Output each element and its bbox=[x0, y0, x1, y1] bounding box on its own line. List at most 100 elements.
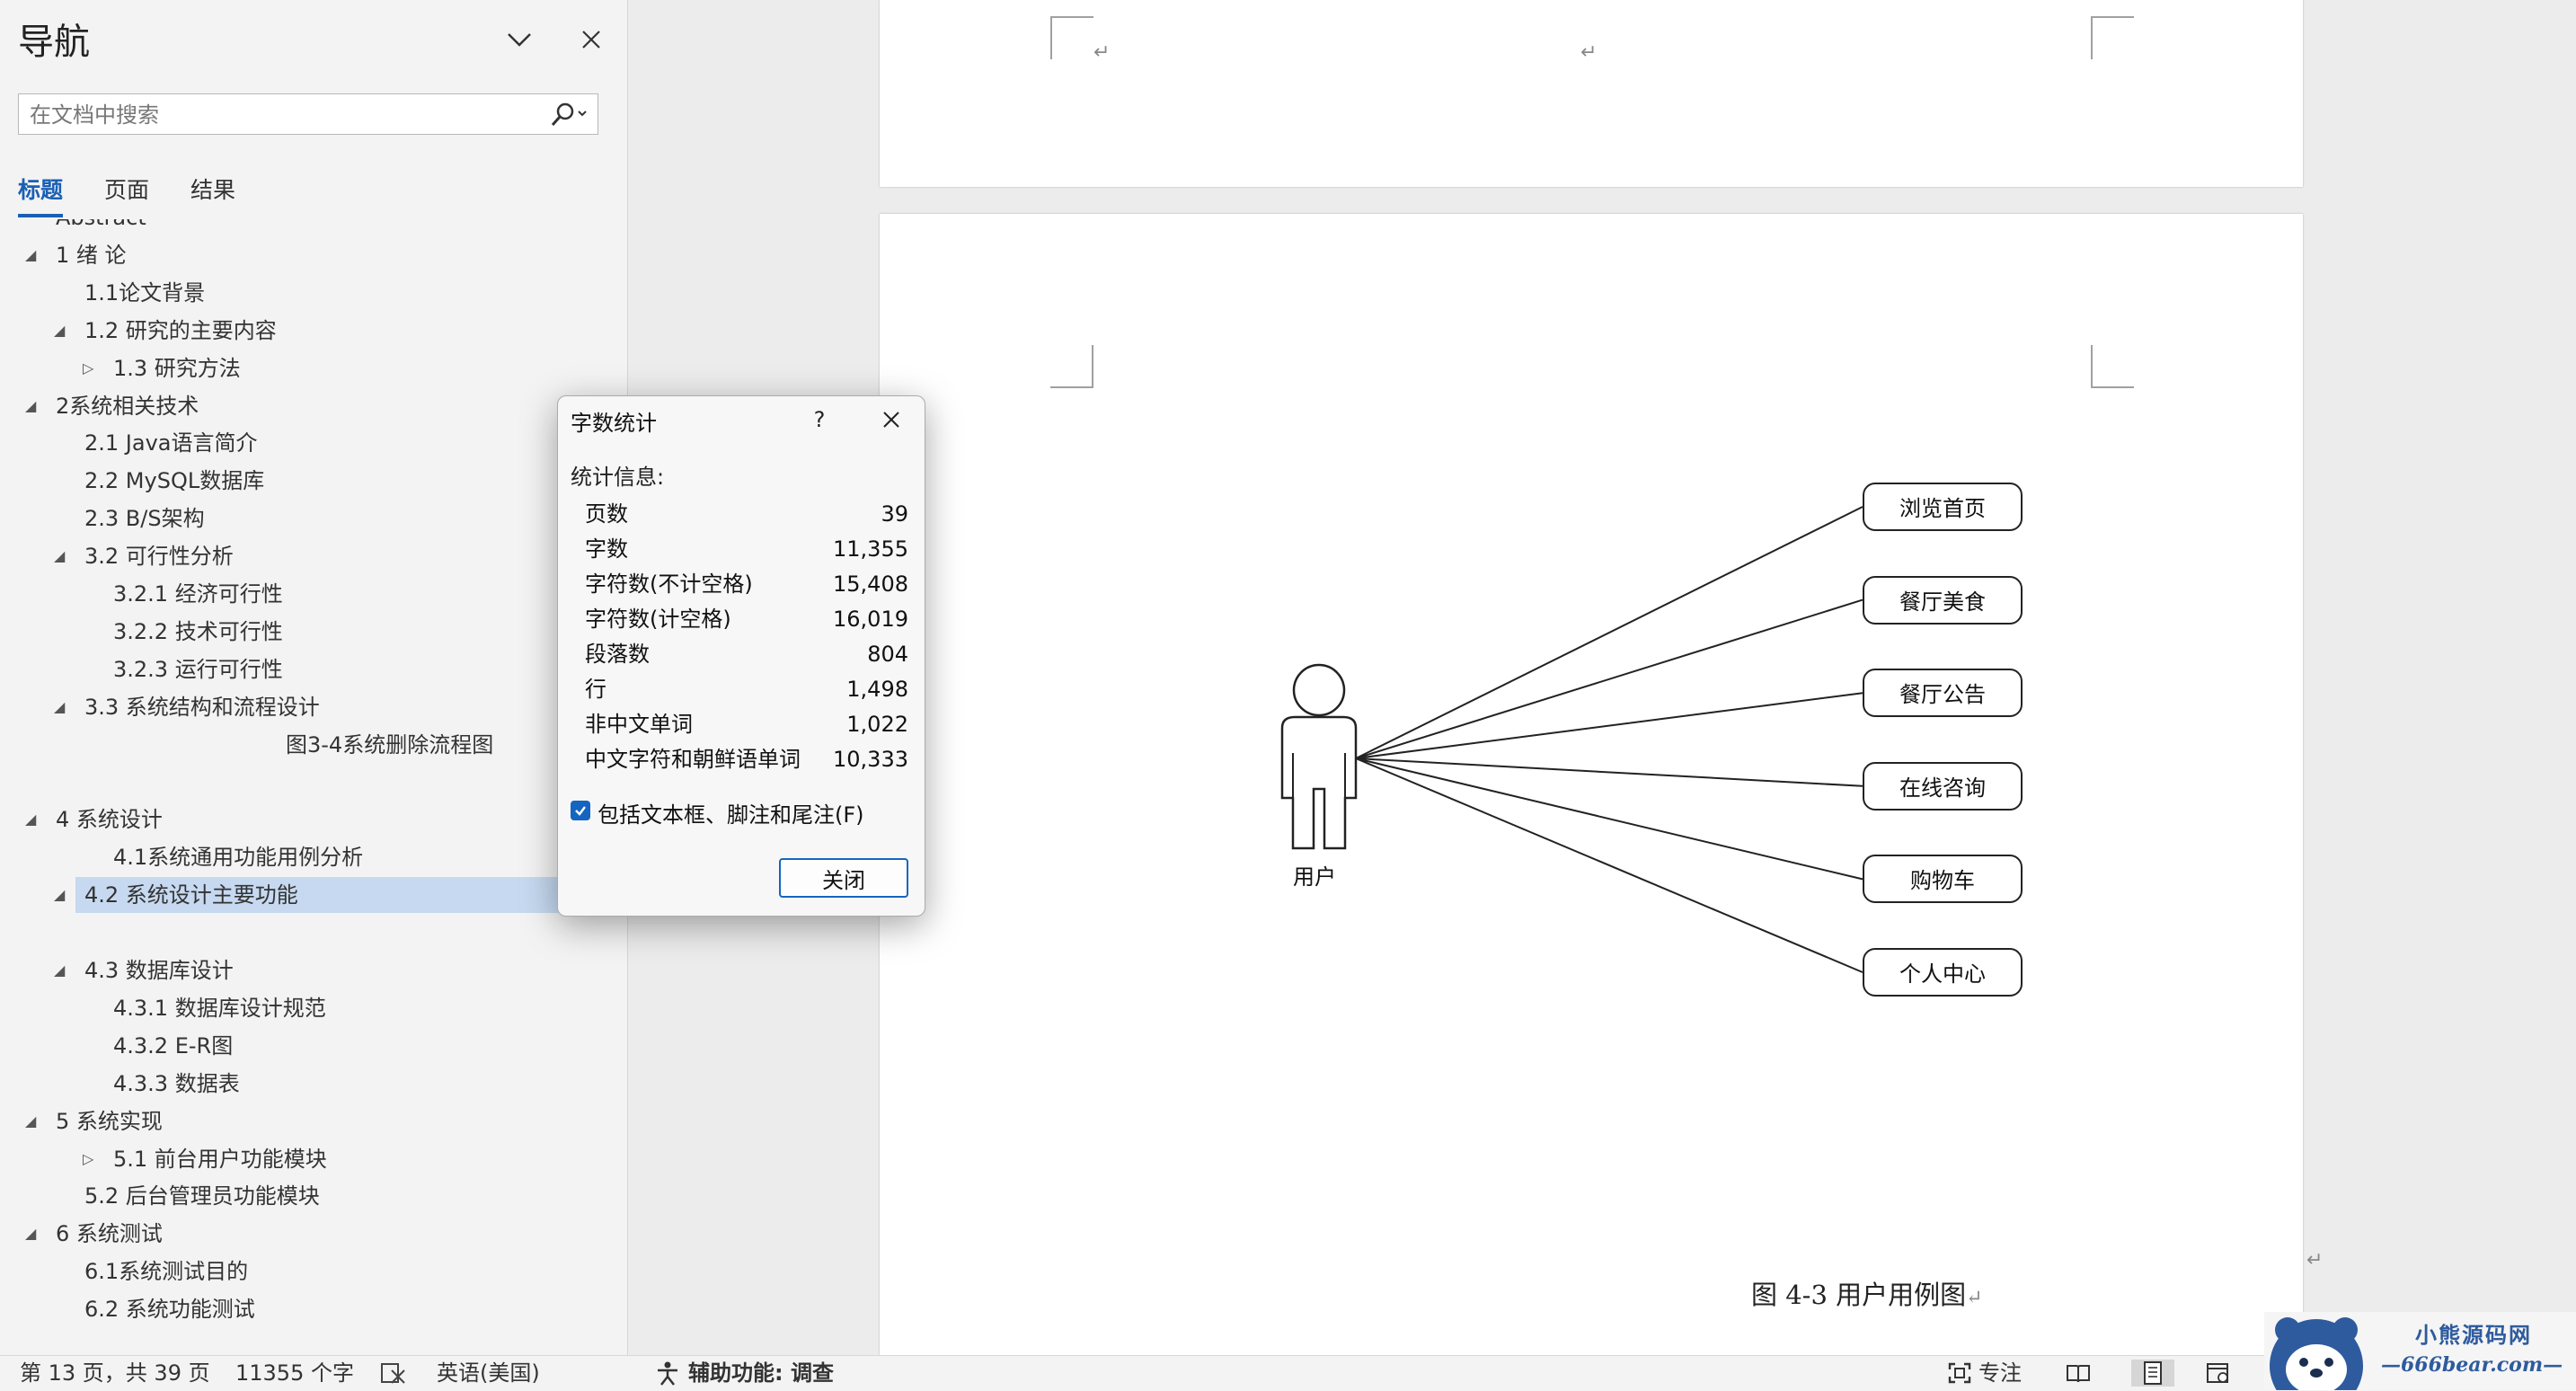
stat-row: 字符数(计空格) 16,019 bbox=[585, 602, 908, 636]
use-case-diagram bbox=[1280, 506, 1863, 973]
expanded-triangle-icon[interactable]: ◢ bbox=[54, 952, 65, 988]
page-indicator[interactable]: 第 13 页，共 39 页 bbox=[20, 1360, 210, 1387]
heading-label: 6 系统测试 bbox=[56, 1221, 163, 1247]
paragraph-mark-icon: ↵ bbox=[2306, 1249, 2324, 1271]
heading-item[interactable]: 2.2 MySQL数据库 bbox=[0, 463, 593, 499]
help-icon[interactable]: ? bbox=[797, 402, 842, 438]
language-indicator[interactable]: 英语(美国) bbox=[437, 1360, 540, 1387]
heading-item[interactable]: 6.1系统测试目的 bbox=[0, 1254, 593, 1289]
include-textboxes-checkbox[interactable] bbox=[571, 801, 590, 820]
heading-item[interactable]: 4.3.3 数据表 bbox=[0, 1066, 593, 1102]
watermark-title: 小熊源码网 bbox=[2415, 1322, 2532, 1348]
web-layout-icon[interactable] bbox=[2203, 1360, 2234, 1387]
heading-item[interactable]: 4.3.2 E-R图 bbox=[0, 1028, 593, 1064]
heading-item[interactable]: 1.1论文背景 bbox=[0, 275, 593, 311]
stat-value: 1,022 bbox=[846, 712, 908, 737]
heading-item[interactable]: ◢ 1 绪 论 bbox=[0, 237, 593, 273]
heading-label: 1.2 研究的主要内容 bbox=[84, 317, 277, 343]
association-line bbox=[1355, 758, 1863, 973]
focus-mode-icon[interactable] bbox=[1944, 1360, 1975, 1387]
tab-headings[interactable]: 标题 bbox=[18, 173, 64, 217]
stat-row: 行 1,498 bbox=[585, 672, 908, 706]
heading-item[interactable]: ◢ 1.2 研究的主要内容 bbox=[0, 313, 593, 349]
heading-label: 3.2 可行性分析 bbox=[84, 544, 234, 570]
include-textboxes-label[interactable]: 包括文本框、脚注和尾注(F) bbox=[598, 797, 864, 828]
heading-item[interactable]: 2.3 B/S架构 bbox=[0, 501, 593, 536]
heading-label: 4.3 数据库设计 bbox=[84, 958, 234, 983]
heading-item[interactable]: 3.2.2 技术可行性 bbox=[0, 614, 593, 650]
heading-item[interactable]: ▷ 1.3 研究方法 bbox=[0, 350, 593, 386]
heading-label: 5.2 后台管理员功能模块 bbox=[84, 1183, 320, 1209]
heading-item[interactable]: Abstract bbox=[0, 219, 593, 235]
expanded-triangle-icon[interactable]: ◢ bbox=[54, 877, 65, 913]
heading-label: 4.3.1 数据库设计规范 bbox=[113, 995, 326, 1021]
association-line bbox=[1355, 692, 1863, 759]
nav-close-icon[interactable] bbox=[571, 20, 611, 59]
tab-results[interactable]: 结果 bbox=[190, 173, 235, 214]
stat-row: 非中文单词 1,022 bbox=[585, 707, 908, 741]
figure-caption: 图 4-3 用户用例图↵ bbox=[1751, 1280, 1983, 1310]
heading-item[interactable] bbox=[0, 765, 593, 801]
search-icon[interactable] bbox=[544, 100, 594, 128]
heading-item[interactable] bbox=[0, 915, 593, 951]
heading-item[interactable]: ◢ 3.2 可行性分析 bbox=[0, 538, 593, 574]
expanded-triangle-icon[interactable]: ◢ bbox=[25, 388, 36, 424]
statistics-section-label: 统计信息: bbox=[571, 465, 665, 490]
stat-row: 中文字符和朝鲜语单词 10,333 bbox=[585, 742, 908, 776]
close-button[interactable]: 关闭 bbox=[779, 858, 908, 898]
proofing-icon[interactable] bbox=[377, 1360, 408, 1387]
document-page-12: ↵ ↵ bbox=[880, 0, 2303, 187]
stat-label: 非中文单词 bbox=[585, 712, 693, 737]
association-line bbox=[1355, 758, 1863, 787]
heading-item[interactable]: 6.2 系统功能测试 bbox=[0, 1291, 593, 1327]
accessibility-icon[interactable] bbox=[652, 1360, 683, 1387]
heading-label: 3.2.1 经济可行性 bbox=[113, 581, 283, 607]
expanded-triangle-icon[interactable]: ◢ bbox=[54, 689, 65, 725]
heading-item[interactable]: 4.3.1 数据库设计规范 bbox=[0, 990, 593, 1026]
heading-label: 5 系统实现 bbox=[56, 1108, 163, 1134]
actor-figure-icon bbox=[1280, 663, 1358, 850]
expanded-triangle-icon[interactable]: ◢ bbox=[54, 538, 65, 574]
heading-item[interactable]: 3.2.3 运行可行性 bbox=[0, 651, 593, 687]
focus-mode-label[interactable]: 专注 bbox=[1978, 1360, 2022, 1387]
read-mode-icon[interactable] bbox=[2063, 1360, 2094, 1387]
heading-item[interactable]: 4.1系统通用功能用例分析 bbox=[0, 839, 593, 875]
heading-item[interactable]: ◢ 5 系统实现 bbox=[0, 1103, 593, 1139]
stat-label: 行 bbox=[585, 677, 606, 702]
heading-item[interactable]: 5.2 后台管理员功能模块 bbox=[0, 1178, 593, 1214]
tab-pages[interactable]: 页面 bbox=[104, 173, 149, 214]
expanded-triangle-icon[interactable]: ◢ bbox=[25, 1103, 36, 1139]
accessibility-status[interactable]: 辅助功能: 调查 bbox=[688, 1360, 834, 1387]
collapsed-triangle-icon[interactable]: ▷ bbox=[83, 1141, 93, 1177]
heading-item[interactable]: ◢ 4 系统设计 bbox=[0, 802, 593, 837]
expanded-triangle-icon[interactable]: ◢ bbox=[25, 1216, 36, 1252]
navigation-pane: 导航 标题 页面 结果 Abstract ◢ 1 绪 论 1.1论文背景 ◢ 1.2 研究… bbox=[0, 0, 628, 1355]
expanded-triangle-icon[interactable]: ◢ bbox=[54, 313, 65, 349]
heading-item[interactable]: 3.2.1 经济可行性 bbox=[0, 576, 593, 612]
heading-item[interactable]: ◢ 6 系统测试 bbox=[0, 1216, 593, 1252]
heading-item[interactable]: ◢ 3.3 系统结构和流程设计 bbox=[0, 689, 593, 725]
document-page-13: 用户 浏览首页 餐厅美食 餐厅公告 在线咨询 购物车 个人中心 ↵ 图 4-3 用户用例图… bbox=[880, 214, 2323, 1355]
heading-item[interactable]: 图3-4系统删除流程图 bbox=[0, 727, 593, 763]
heading-item[interactable]: ◢ 2系统相关技术 bbox=[0, 388, 593, 424]
stat-value: 10,333 bbox=[833, 747, 908, 772]
stat-value: 1,498 bbox=[846, 677, 908, 702]
heading-label: 6.1系统测试目的 bbox=[84, 1259, 249, 1285]
heading-label: 图3-4系统删除流程图 bbox=[286, 731, 494, 758]
expanded-triangle-icon[interactable]: ◢ bbox=[25, 237, 36, 273]
print-layout-icon[interactable] bbox=[2131, 1360, 2174, 1387]
stat-value: 16,019 bbox=[833, 607, 908, 632]
dialog-close-icon[interactable] bbox=[869, 402, 914, 438]
collapsed-triangle-icon[interactable]: ▷ bbox=[83, 350, 93, 386]
expanded-triangle-icon[interactable]: ◢ bbox=[25, 802, 36, 837]
search-input[interactable] bbox=[28, 94, 535, 136]
heading-item[interactable]: 2.1 Java语言简介 bbox=[0, 425, 593, 461]
stat-value: 15,408 bbox=[833, 571, 908, 597]
crop-mark bbox=[2091, 16, 2134, 59]
heading-item[interactable]: ◢ 4.3 数据库设计 bbox=[0, 952, 593, 988]
nav-options-chevron-icon[interactable] bbox=[500, 20, 539, 59]
heading-item[interactable]: ◢ 4.2 系统设计主要功能 bbox=[54, 877, 579, 914]
word-count-indicator[interactable]: 11355 个字 bbox=[235, 1360, 354, 1387]
heading-item[interactable]: ▷ 5.1 前台用户功能模块 bbox=[0, 1141, 593, 1177]
heading-label: Abstract bbox=[56, 219, 146, 235]
